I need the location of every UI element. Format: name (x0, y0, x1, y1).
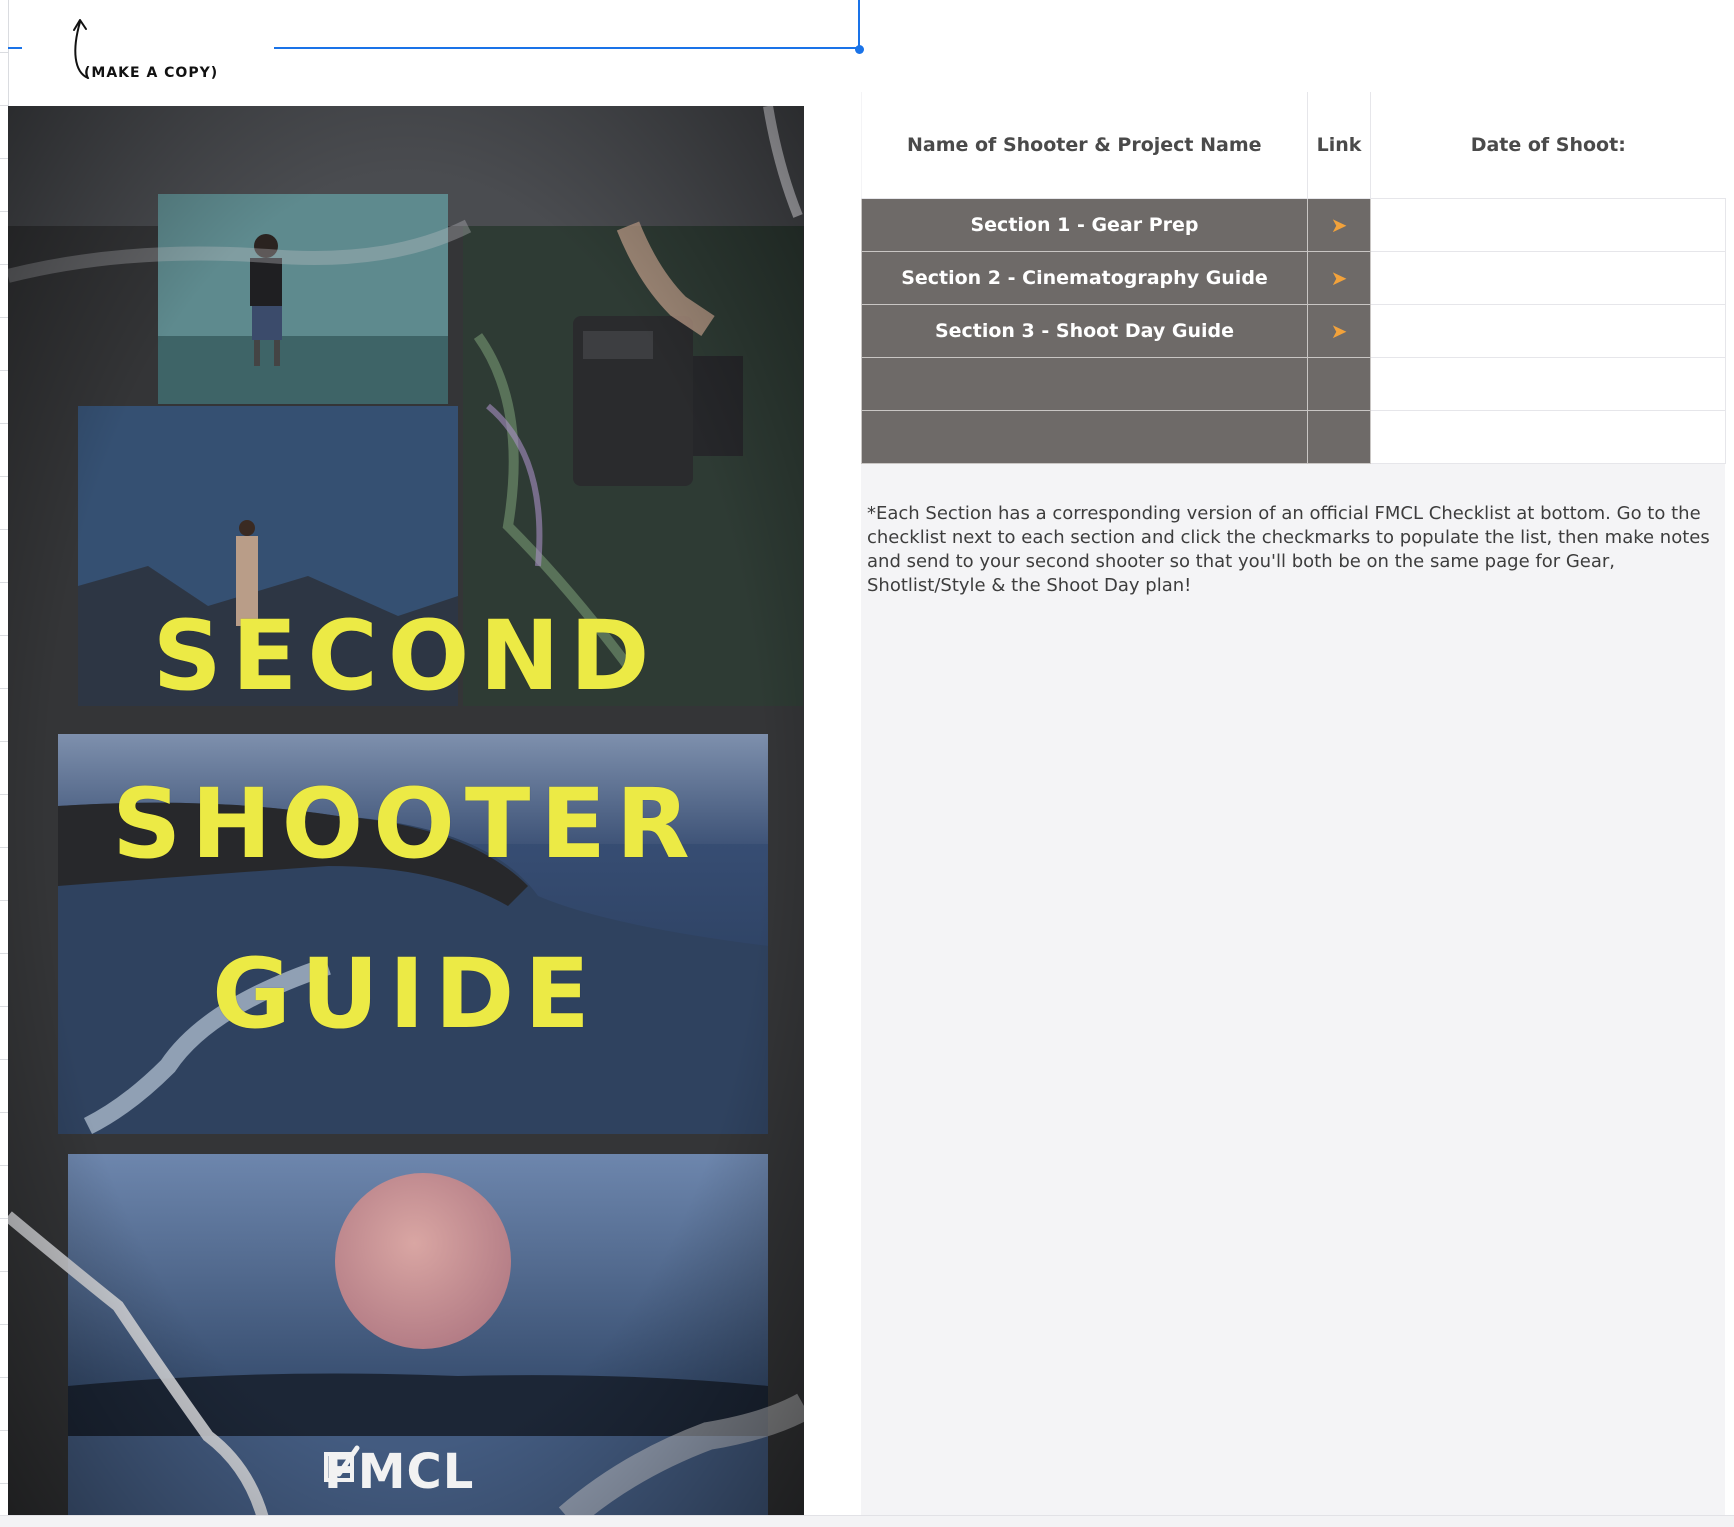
make-a-copy-note: (MAKE A COPY) (22, 0, 274, 106)
empty-link-cell[interactable] (1307, 357, 1371, 411)
section-2-name[interactable]: Section 2 - Cinematography Guide (861, 251, 1308, 305)
header-link: Link (1307, 92, 1371, 199)
arrow-right-icon[interactable]: ➤ (1307, 304, 1371, 358)
empty-name-cell[interactable] (861, 410, 1308, 464)
empty-date-cell[interactable] (1370, 410, 1726, 464)
empty-name-cell[interactable] (861, 357, 1308, 411)
sections-table: Name of Shooter & Project Name Link Date… (861, 92, 1726, 464)
table-row (861, 410, 1726, 464)
header-date-of-shoot: Date of Shoot: (1370, 92, 1726, 199)
table-row (861, 357, 1726, 411)
empty-date-cell[interactable] (1370, 357, 1726, 411)
empty-link-cell[interactable] (1307, 410, 1371, 464)
table-header-row: Name of Shooter & Project Name Link Date… (861, 92, 1726, 199)
poster-title-line-1: SECOND (152, 600, 660, 712)
fmcl-logo: FMCL (324, 1444, 514, 1504)
section-3-date[interactable] (1370, 304, 1726, 358)
selection-fill-handle[interactable] (855, 45, 864, 54)
section-3-name[interactable]: Section 3 - Shoot Day Guide (861, 304, 1308, 358)
arrow-right-icon[interactable]: ➤ (1307, 251, 1371, 305)
table-row: Section 1 - Gear Prep ➤ (861, 198, 1726, 252)
checklist-footnote: *Each Section has a corresponding versio… (867, 503, 1710, 596)
checkbox-check-icon (324, 1445, 360, 1482)
arrow-right-icon[interactable]: ➤ (1307, 198, 1371, 252)
poster-title-line-3: GUIDE (212, 938, 600, 1050)
table-row: Section 2 - Cinematography Guide ➤ (861, 251, 1726, 305)
section-1-name[interactable]: Section 1 - Gear Prep (861, 198, 1308, 252)
poster-title-line-2: SHOOTER (112, 768, 700, 880)
table-row: Section 3 - Shoot Day Guide ➤ (861, 304, 1726, 358)
section-2-date[interactable] (1370, 251, 1726, 305)
make-a-copy-label: (MAKE A COPY) (84, 65, 219, 81)
section-1-date[interactable] (1370, 198, 1726, 252)
second-shooter-guide-poster[interactable]: SECOND SHOOTER GUIDE FMCL (8, 106, 804, 1518)
header-shooter-project: Name of Shooter & Project Name (861, 92, 1308, 199)
sheet-bottom-edge (0, 1515, 1734, 1527)
